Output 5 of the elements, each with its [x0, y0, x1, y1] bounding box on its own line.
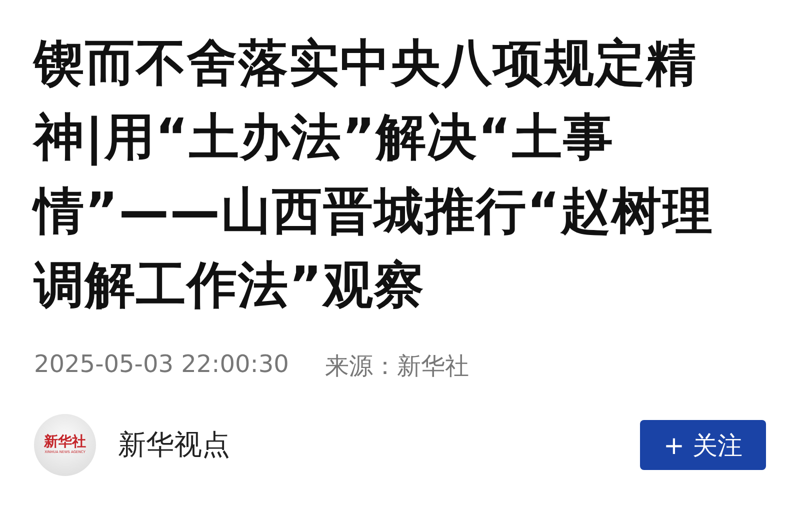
publish-time: 2025-05-03 22:00:30	[34, 350, 289, 380]
publisher-name[interactable]: 新华视点	[118, 426, 230, 464]
article-title: 锲而不舍落实中央八项规定精神|用“土办法”解决“土事情”——山西晋城推行“赵树理调解工作法”观察	[34, 26, 754, 322]
news-source: 来源：新华社	[324, 351, 469, 382]
follow-button[interactable]: + 关注	[640, 420, 766, 470]
